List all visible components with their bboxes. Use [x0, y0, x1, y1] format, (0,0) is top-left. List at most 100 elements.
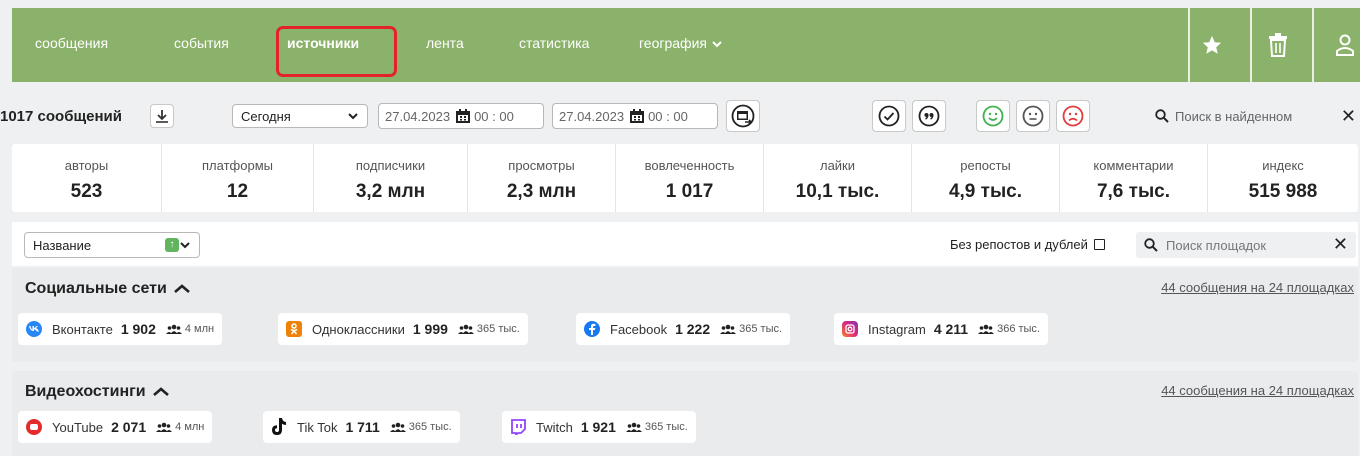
group-summary-link[interactable]: 44 сообщения на 24 площадках: [1161, 383, 1354, 398]
stat-value: 7,6 тыс.: [1096, 181, 1171, 202]
favorites-star-button[interactable]: [1197, 28, 1227, 62]
nav-tab-sources[interactable]: источники: [287, 35, 359, 51]
source-chip-facebook[interactable]: Facebook 1 222 365 тыс.: [576, 313, 791, 345]
sentiment-positive-button[interactable]: [976, 100, 1010, 132]
active-tab-highlight: [276, 26, 397, 77]
source-audience-value: 366 тыс.: [997, 323, 1040, 335]
period-value: Сегодня: [241, 108, 291, 124]
stat-subscribers: подписчики 3,2 млн: [314, 144, 468, 212]
source-group-video: Видеохостинги 44 сообщения на 24 площадк…: [12, 371, 1358, 456]
no-reposts-label: Без репостов и дублей: [950, 237, 1088, 252]
sentiment-negative-button[interactable]: [1056, 100, 1090, 132]
stat-engagement: вовлеченность 1 017: [616, 144, 764, 212]
odnoklassniki-icon: [286, 321, 302, 337]
nav-tab-feed[interactable]: лента: [426, 35, 464, 51]
date-from-field[interactable]: 27.04.2023 00 : 00: [378, 103, 544, 129]
source-count: 1 902: [120, 321, 156, 337]
audience-icon: [457, 324, 474, 334]
facebook-icon: [584, 321, 600, 337]
no-reposts-checkbox[interactable]: [1093, 239, 1105, 250]
source-count: 1 222: [675, 321, 711, 337]
stat-label: просмотры: [508, 158, 575, 173]
chevron-up-icon: [174, 284, 191, 293]
source-name: Tik Tok: [297, 419, 338, 435]
stat-value: 4,9 тыс.: [948, 181, 1023, 202]
source-name: Facebook: [610, 321, 668, 337]
source-chip-vkontakte[interactable]: Вконтакте 1 902 4 млн: [18, 313, 223, 345]
filter-checked-button[interactable]: [872, 100, 906, 132]
period-select[interactable]: Сегодня: [232, 104, 368, 128]
stats-summary-card: авторы 523 платформы 12 подписчики 3,2 м…: [12, 144, 1358, 212]
star-icon: [1202, 35, 1222, 54]
top-navigation-bar: сообщения события источники лента статис…: [12, 8, 1360, 82]
source-audience: 4 млн: [165, 323, 214, 335]
source-chip-twitch[interactable]: Twitch 1 921 365 тыс.: [502, 411, 696, 443]
filter-quotes-button[interactable]: [912, 100, 946, 132]
source-name: Twitch: [536, 419, 573, 435]
download-button[interactable]: [150, 104, 174, 128]
source-count: 1 711: [345, 419, 380, 435]
stat-label: лайки: [819, 158, 856, 173]
apply-date-button[interactable]: [726, 100, 760, 132]
date-from-value: 27.04.2023: [385, 108, 451, 124]
stat-value: 10,1 тыс.: [795, 181, 880, 202]
message-count: 1017 сообщений: [0, 108, 122, 125]
search-found-field[interactable]: Поиск в найденном ✕: [1155, 104, 1360, 128]
sort-ascending-icon[interactable]: ↑: [165, 238, 179, 252]
nav-tab-events[interactable]: события: [174, 35, 229, 51]
nav-tab-messages[interactable]: сообщения: [35, 35, 108, 51]
nav-separator: [1312, 8, 1314, 82]
source-name: Вконтакте: [52, 321, 113, 337]
stat-label: вовлеченность: [644, 158, 735, 173]
trash-icon: [1269, 33, 1287, 57]
stat-label: комментарии: [1093, 158, 1174, 173]
group-title[interactable]: Видеохостинги: [25, 383, 169, 401]
search-platforms-placeholder: Поиск площадок: [1166, 237, 1267, 253]
source-audience: 366 тыс.: [978, 323, 1040, 335]
stat-likes: лайки 10,1 тыс.: [764, 144, 912, 212]
tiktok-icon: [271, 418, 287, 435]
source-audience: 365 тыс.: [720, 323, 782, 335]
group-title-label: Видеохостинги: [25, 383, 146, 400]
source-chip-youtube[interactable]: YouTube 2 071 4 млн: [18, 411, 213, 443]
source-count: 4 211: [933, 321, 969, 337]
chevron-up-icon: [153, 387, 169, 396]
message-count-label: 1017 сообщений: [0, 108, 122, 125]
nav-separator: [1250, 8, 1252, 82]
stat-value: 515 988: [1248, 181, 1318, 202]
source-chip-tiktok[interactable]: Tik Tok 1 711 365 тыс.: [263, 411, 460, 443]
group-title-label: Социальные сети: [25, 280, 167, 297]
source-chip-instagram[interactable]: Instagram 4 211 366 тыс.: [834, 313, 1048, 345]
source-group-social: Социальные сети 44 сообщения на 24 площа…: [12, 268, 1358, 362]
source-audience: 365 тыс.: [389, 421, 452, 433]
source-count: 1 921: [580, 419, 616, 435]
sources-sort-bar: Название ↑ Без репостов и дублей Поиск п…: [12, 222, 1358, 266]
instagram-icon: [842, 321, 858, 337]
stat-value: 12: [226, 181, 249, 202]
group-title[interactable]: Социальные сети: [25, 280, 191, 298]
no-reposts-toggle[interactable]: Без репостов и дублей: [950, 237, 1105, 252]
sort-field-value: Название: [33, 237, 92, 253]
source-audience: 365 тыс.: [625, 421, 688, 433]
source-audience-value: 365 тыс.: [644, 421, 688, 433]
clear-search-icon[interactable]: ✕: [1333, 234, 1348, 255]
clear-search-icon[interactable]: ✕: [1341, 106, 1356, 127]
nav-tab-geography[interactable]: география: [639, 35, 722, 51]
sentiment-neutral-button[interactable]: [1016, 100, 1050, 132]
audience-icon: [156, 422, 173, 432]
nav-tab-statistics[interactable]: статистика: [519, 35, 589, 51]
stat-label: платформы: [202, 158, 273, 173]
user-profile-button[interactable]: [1330, 28, 1360, 62]
trash-button[interactable]: [1263, 28, 1293, 62]
smile-icon: [982, 105, 1004, 127]
time-from-value: 00 : 00: [474, 108, 514, 124]
nav-tab-geography-label: география: [639, 35, 707, 51]
search-platforms-field[interactable]: Поиск площадок ✕: [1136, 232, 1356, 258]
filter-toolbar: 1017 сообщений Сегодня 27.04.2023 00 : 0…: [0, 98, 1360, 136]
calendar-apply-icon: [731, 104, 755, 128]
source-chip-odnoklassniki[interactable]: Одноклассники 1 999 365 тыс.: [278, 313, 528, 345]
date-to-field[interactable]: 27.04.2023 00 : 00: [552, 103, 718, 129]
sort-field-select[interactable]: Название ↑: [24, 232, 200, 258]
group-summary-link[interactable]: 44 сообщения на 24 площадках: [1161, 280, 1354, 295]
search-icon: [1144, 238, 1158, 252]
